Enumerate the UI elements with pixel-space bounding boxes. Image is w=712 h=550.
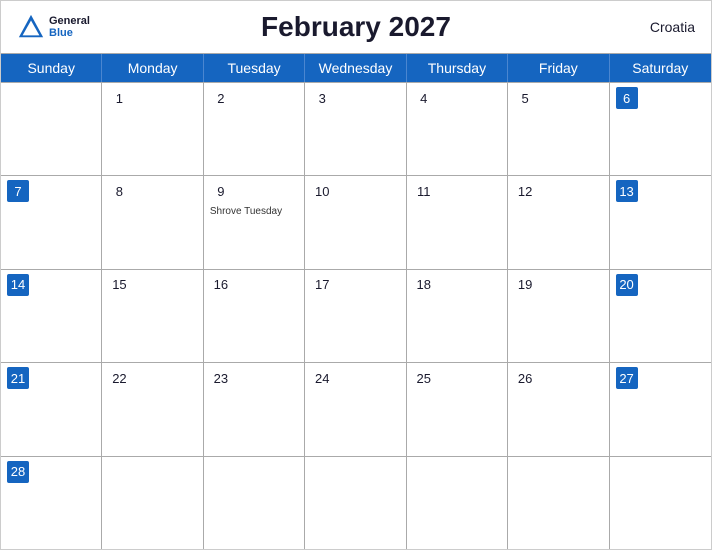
logo-icon: [17, 13, 45, 41]
day-header-wednesday: Wednesday: [305, 54, 406, 82]
day-number: 4: [413, 87, 435, 109]
day-cell: 6: [610, 83, 711, 175]
week-row-3: 21 22 23 24 25 26 27: [1, 362, 711, 455]
country-label: Croatia: [650, 19, 695, 35]
day-cell: 20: [610, 270, 711, 362]
day-cell: 13: [610, 176, 711, 268]
logo-general: General: [49, 15, 90, 27]
day-cell: 5: [508, 83, 609, 175]
day-cell: [204, 457, 305, 549]
calendar: General Blue February 2027 Croatia Sunda…: [0, 0, 712, 550]
day-cell: 25: [407, 363, 508, 455]
day-cell: [102, 457, 203, 549]
day-number: 24: [311, 367, 333, 389]
day-cell: 21: [1, 363, 102, 455]
day-number: 14: [7, 274, 29, 296]
day-number: 17: [311, 274, 333, 296]
day-number: 5: [514, 87, 536, 109]
logo-blue: Blue: [49, 27, 90, 39]
day-cell: 19: [508, 270, 609, 362]
day-number: 13: [616, 180, 638, 202]
day-number: 25: [413, 367, 435, 389]
day-cell: [610, 457, 711, 549]
week-row-4: 28: [1, 456, 711, 549]
day-cell: 16: [204, 270, 305, 362]
day-cell: [1, 83, 102, 175]
day-cell: 11: [407, 176, 508, 268]
day-cell: 7: [1, 176, 102, 268]
day-number: 20: [616, 274, 638, 296]
day-number: 2: [210, 87, 232, 109]
logo-text: General Blue: [49, 15, 90, 39]
day-cell: 17: [305, 270, 406, 362]
day-number: 1: [108, 87, 130, 109]
day-number: 27: [616, 367, 638, 389]
day-header-sunday: Sunday: [1, 54, 102, 82]
day-number: 15: [108, 274, 130, 296]
event-label: Shrove Tuesday: [210, 206, 298, 217]
day-number: 26: [514, 367, 536, 389]
day-headers-row: SundayMondayTuesdayWednesdayThursdayFrid…: [1, 54, 711, 82]
day-number: 10: [311, 180, 333, 202]
day-cell: 1: [102, 83, 203, 175]
day-number: 12: [514, 180, 536, 202]
day-cell: [508, 457, 609, 549]
weeks-container: 123456789Shrove Tuesday10111213141516171…: [1, 82, 711, 549]
day-header-thursday: Thursday: [407, 54, 508, 82]
day-cell: 8: [102, 176, 203, 268]
calendar-title: February 2027: [261, 11, 451, 43]
day-header-monday: Monday: [102, 54, 203, 82]
day-cell: 27: [610, 363, 711, 455]
logo: General Blue: [17, 13, 90, 41]
day-cell: 26: [508, 363, 609, 455]
day-number: 8: [108, 180, 130, 202]
week-row-2: 14 15 16 17 18 19 20: [1, 269, 711, 362]
day-cell: [305, 457, 406, 549]
calendar-grid: SundayMondayTuesdayWednesdayThursdayFrid…: [1, 53, 711, 549]
day-cell: 18: [407, 270, 508, 362]
day-number: 21: [7, 367, 29, 389]
day-header-tuesday: Tuesday: [204, 54, 305, 82]
day-number: 6: [616, 87, 638, 109]
day-number: 23: [210, 367, 232, 389]
day-number: 11: [413, 180, 435, 202]
day-cell: 2: [204, 83, 305, 175]
day-cell: 9 Shrove Tuesday: [204, 176, 305, 268]
week-row-0: 1 2 3 4 5 6: [1, 82, 711, 175]
day-cell: 22: [102, 363, 203, 455]
day-cell: 23: [204, 363, 305, 455]
day-number: 3: [311, 87, 333, 109]
day-cell: 15: [102, 270, 203, 362]
day-cell: 4: [407, 83, 508, 175]
day-number: 16: [210, 274, 232, 296]
day-cell: 10: [305, 176, 406, 268]
day-cell: [407, 457, 508, 549]
day-number: 9: [210, 180, 232, 202]
day-number: 18: [413, 274, 435, 296]
day-number: 28: [7, 461, 29, 483]
day-cell: 3: [305, 83, 406, 175]
day-header-friday: Friday: [508, 54, 609, 82]
day-number: 7: [7, 180, 29, 202]
day-cell: 14: [1, 270, 102, 362]
calendar-header: General Blue February 2027 Croatia: [1, 1, 711, 53]
day-number: 22: [108, 367, 130, 389]
day-cell: 12: [508, 176, 609, 268]
day-cell: 24: [305, 363, 406, 455]
day-number: 19: [514, 274, 536, 296]
week-row-1: 7 8 9 Shrove Tuesday 10 11 12 13: [1, 175, 711, 268]
day-header-saturday: Saturday: [610, 54, 711, 82]
day-cell: 28: [1, 457, 102, 549]
